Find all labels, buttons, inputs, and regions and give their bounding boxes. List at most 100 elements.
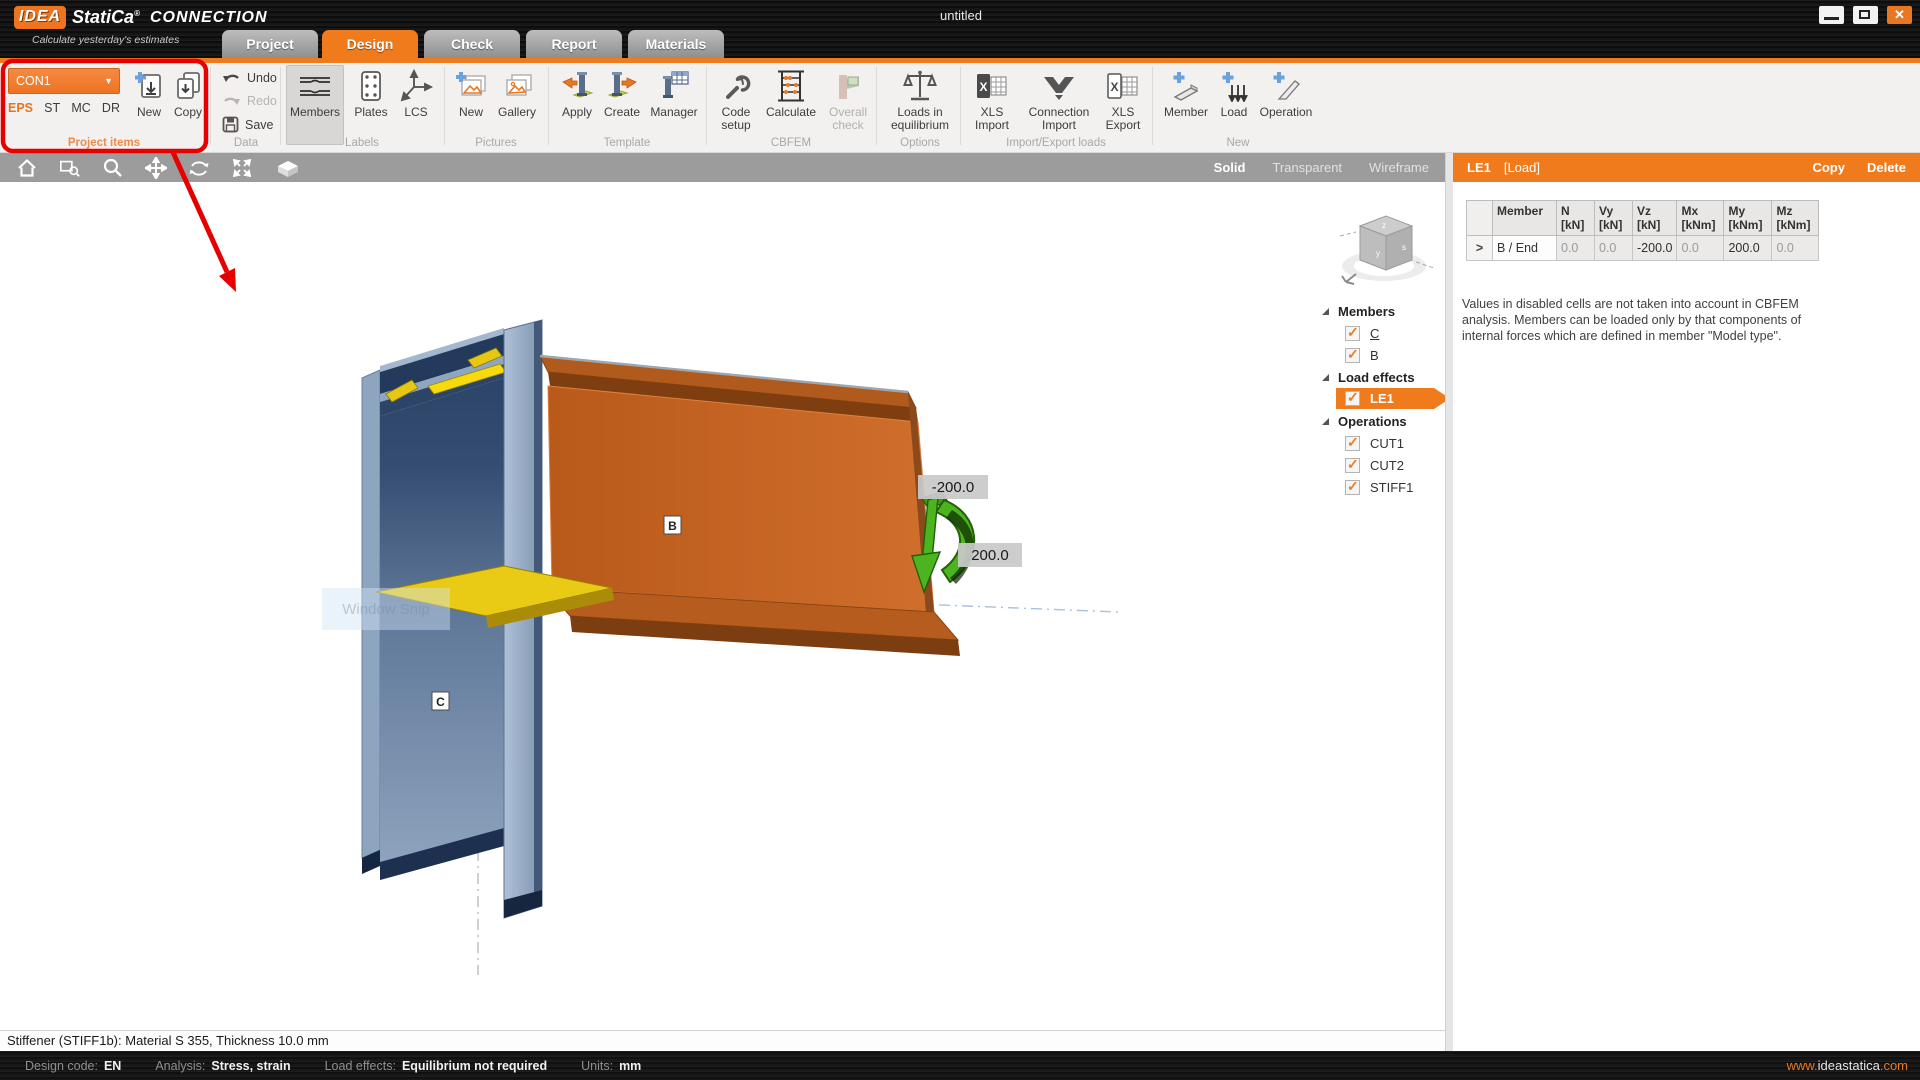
column-header-mx: Mx[kNm]: [1677, 201, 1724, 236]
load-effects-value[interactable]: Equilibrium not required: [402, 1059, 547, 1073]
viewport-3d[interactable]: -200.0 200.0 B C Window Snip: [0, 182, 1445, 1030]
cell-vy[interactable]: 0.0: [1595, 236, 1633, 261]
checkbox-stiff1[interactable]: [1345, 480, 1360, 495]
view-mode-solid[interactable]: Solid: [1214, 160, 1246, 175]
plates-labels-button[interactable]: Plates: [348, 66, 394, 119]
connection-import-button[interactable]: Connection Import: [1022, 66, 1096, 132]
ribbon: CON1 ▼ EPS ST MC DR New Copy Project ite…: [0, 63, 1920, 153]
undo-button[interactable]: Undo: [222, 70, 277, 85]
view-mode-wireframe[interactable]: Wireframe: [1369, 160, 1429, 175]
minimize-button[interactable]: [1819, 6, 1844, 24]
loads-in-equilibrium-button[interactable]: Loads in equilibrium: [884, 66, 956, 132]
equilibrium-icon: [902, 66, 938, 106]
checkbox-b[interactable]: [1345, 348, 1360, 363]
tab-design[interactable]: Design: [322, 30, 418, 58]
website-prefix: www.: [1787, 1058, 1818, 1073]
checkbox-cut2[interactable]: [1345, 458, 1360, 473]
gallery-button[interactable]: Gallery: [492, 66, 542, 119]
tree-section-operations[interactable]: Operations: [1316, 410, 1445, 432]
expander-icon[interactable]: [1322, 308, 1329, 315]
cell-vz[interactable]: -200.0: [1633, 236, 1677, 261]
mode-st[interactable]: ST: [44, 101, 60, 115]
website-link[interactable]: www.ideastatica.com: [1787, 1058, 1920, 1073]
units-value[interactable]: mm: [619, 1059, 641, 1073]
xls-export-button[interactable]: X XLS Export: [1100, 66, 1146, 132]
zoom-fit-icon[interactable]: [231, 157, 253, 179]
tab-report[interactable]: Report: [526, 30, 622, 58]
tree-item-label[interactable]: CUT1: [1370, 436, 1404, 451]
tree-item-le1[interactable]: LE1: [1316, 388, 1445, 410]
navigation-cube[interactable]: z y s: [1332, 206, 1436, 294]
view-mode-transparent[interactable]: Transparent: [1272, 160, 1342, 175]
apply-template-button[interactable]: Apply: [556, 66, 598, 119]
maximize-button[interactable]: [1853, 6, 1878, 24]
new-project-item-button[interactable]: New: [130, 66, 168, 119]
template-manager-button[interactable]: Manager: [646, 66, 702, 119]
overall-check-button[interactable]: Overall check: [824, 66, 872, 132]
code-setup-button[interactable]: Code setup: [714, 66, 758, 132]
tree-item-stiff1[interactable]: STIFF1: [1316, 476, 1445, 498]
pan-icon[interactable]: [145, 157, 167, 179]
tree-item-b[interactable]: B: [1316, 344, 1445, 366]
tree-section-members[interactable]: Members: [1316, 300, 1445, 322]
new-picture-button[interactable]: New: [452, 66, 490, 119]
member-label-c[interactable]: C: [432, 692, 449, 710]
xls-import-button[interactable]: X XLS Import: [968, 66, 1016, 132]
copy-load-button[interactable]: Copy: [1812, 160, 1845, 175]
mode-mc[interactable]: MC: [71, 101, 90, 115]
expander-icon[interactable]: [1322, 418, 1329, 425]
tree-item-c[interactable]: C: [1316, 322, 1445, 344]
redo-button[interactable]: Redo: [222, 93, 277, 108]
checkbox-c[interactable]: [1345, 326, 1360, 341]
beam-member-b[interactable]: [540, 356, 960, 656]
load-value-label-vz[interactable]: 200.0: [958, 543, 1022, 567]
lcs-labels-button[interactable]: LCS: [396, 66, 436, 119]
member-label-b[interactable]: B: [664, 516, 681, 534]
delete-load-button[interactable]: Delete: [1867, 160, 1906, 175]
checkbox-cut1[interactable]: [1345, 436, 1360, 451]
mode-eps[interactable]: EPS: [8, 101, 33, 115]
new-item-label: New: [137, 106, 161, 119]
members-labels-button[interactable]: Members: [286, 65, 344, 145]
cell-mx[interactable]: 0.0: [1677, 236, 1724, 261]
design-code-value[interactable]: EN: [104, 1059, 121, 1073]
mode-dr[interactable]: DR: [102, 101, 120, 115]
rotate-view-icon[interactable]: [188, 157, 210, 179]
tree-item-label[interactable]: C: [1370, 326, 1379, 341]
new-member-button[interactable]: Member: [1160, 66, 1212, 119]
close-button[interactable]: ✕: [1887, 6, 1912, 24]
column-header-my: My[kNm]: [1724, 201, 1772, 236]
tree-item-label[interactable]: CUT2: [1370, 458, 1404, 473]
tab-project[interactable]: Project: [222, 30, 318, 58]
tree-item-label[interactable]: LE1: [1370, 391, 1394, 406]
cell-n[interactable]: 0.0: [1557, 236, 1595, 261]
tab-materials[interactable]: Materials: [628, 30, 724, 58]
cell-my[interactable]: 200.0: [1724, 236, 1772, 261]
column-header-vz: Vz[kN]: [1633, 201, 1677, 236]
row-selector[interactable]: >: [1467, 236, 1493, 261]
cell-mz[interactable]: 0.0: [1772, 236, 1819, 261]
tree-item-cut1[interactable]: CUT1: [1316, 432, 1445, 454]
zoom-selection-icon[interactable]: [59, 157, 81, 179]
new-operation-button[interactable]: Operation: [1256, 66, 1316, 119]
project-item-selector[interactable]: CON1 ▼: [8, 68, 120, 94]
tree-item-le1-selected[interactable]: LE1: [1336, 388, 1445, 409]
tree-item-label[interactable]: B: [1370, 348, 1379, 363]
home-view-icon[interactable]: [16, 157, 38, 179]
save-button[interactable]: Save: [222, 116, 274, 133]
expander-icon[interactable]: [1322, 374, 1329, 381]
analysis-value[interactable]: Stress, strain: [211, 1059, 290, 1073]
tab-check[interactable]: Check: [424, 30, 520, 58]
load-value-label-my[interactable]: -200.0: [918, 475, 988, 499]
checkbox-le1[interactable]: [1345, 391, 1360, 406]
panel-splitter[interactable]: [1445, 153, 1453, 1051]
calculate-button[interactable]: Calculate: [762, 66, 820, 119]
new-load-button[interactable]: Load: [1214, 66, 1254, 119]
tree-item-cut2[interactable]: CUT2: [1316, 454, 1445, 476]
create-template-button[interactable]: Create: [600, 66, 644, 119]
copy-project-item-button[interactable]: Copy: [168, 66, 208, 119]
solid-box-icon[interactable]: [274, 157, 302, 179]
zoom-icon[interactable]: [102, 157, 124, 179]
tree-item-label[interactable]: STIFF1: [1370, 480, 1413, 495]
tree-section-load-effects[interactable]: Load effects: [1316, 366, 1445, 388]
